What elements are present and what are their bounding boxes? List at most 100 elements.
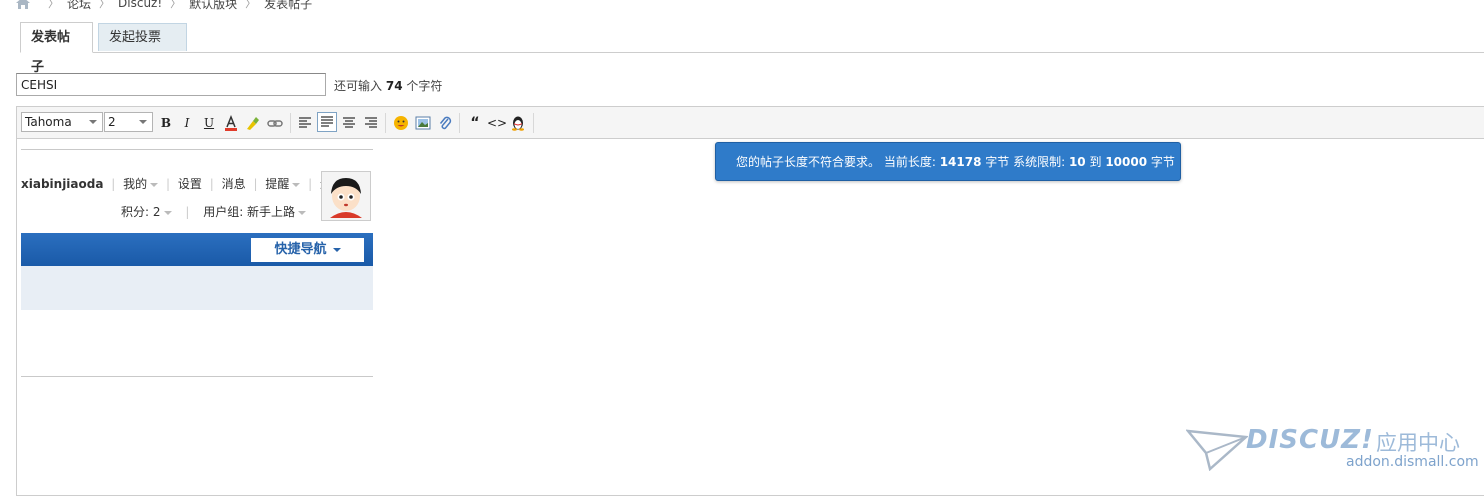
notice-unit: 字节	[1150, 155, 1175, 169]
user-group-label[interactable]: 用户组: 新手上路	[203, 205, 295, 219]
qq-penguin-icon	[512, 116, 524, 131]
char-count-prefix: 还可输入	[334, 79, 383, 93]
quick-nav-label: 快捷导航	[274, 242, 327, 257]
chevron-down-icon	[139, 120, 147, 124]
font-family-value: Tahoma	[25, 115, 72, 129]
align-center-button[interactable]	[340, 114, 358, 132]
image-button[interactable]	[414, 114, 432, 132]
toolbar-divider	[290, 113, 291, 133]
nav-bar: 快捷导航	[21, 233, 373, 266]
home-icon[interactable]	[16, 0, 30, 9]
watermark-cn: 应用中心	[1376, 431, 1460, 455]
user-menu-row: xiabinjiaoda | 我的 | 设置 | 消息 | 提醒 | 退出	[21, 175, 344, 192]
align-justify-icon	[321, 116, 333, 127]
notice-max: 10000	[1105, 154, 1148, 169]
points-label[interactable]: 积分: 2	[121, 205, 161, 219]
quick-nav-button[interactable]: 快捷导航	[251, 238, 364, 262]
toolbar-divider	[385, 113, 386, 133]
font-family-select[interactable]: Tahoma	[21, 112, 103, 132]
char-count-suffix: 个字符	[406, 79, 443, 93]
breadcrumb-separator: 〉	[99, 0, 111, 10]
attachment-button[interactable]	[436, 114, 454, 132]
content-divider	[21, 376, 373, 377]
breadcrumb-separator: 〉	[170, 0, 182, 10]
editor-content[interactable]: xiabinjiaoda | 我的 | 设置 | 消息 | 提醒 | 退出 积分…	[21, 149, 373, 389]
font-color-icon	[225, 115, 237, 131]
char-count: 还可输入 74 个字符	[334, 77, 442, 94]
breadcrumb-item-board[interactable]: 默认版块	[189, 0, 237, 12]
toolbar-divider	[459, 113, 460, 133]
notice-prefix: 您的帖子长度不符合要求。 当前长度:	[736, 155, 936, 169]
link-reminders[interactable]: 提醒	[265, 177, 289, 191]
pipe-separator: |	[111, 177, 116, 191]
font-size-select[interactable]: 2	[104, 112, 153, 132]
smiley-icon	[394, 116, 408, 130]
tab-new-thread[interactable]: 发表帖子	[20, 22, 93, 75]
breadcrumb-item-current: 发表帖子	[264, 0, 313, 11]
notice-to: 到	[1089, 155, 1102, 169]
breadcrumb-separator: 〉	[48, 0, 59, 10]
background-color-button[interactable]	[243, 114, 261, 132]
link-button[interactable]	[266, 114, 284, 132]
content-divider	[21, 149, 373, 150]
link-messages[interactable]: 消息	[222, 177, 246, 191]
link-settings[interactable]: 设置	[178, 177, 202, 191]
quote-icon: “	[470, 115, 480, 131]
breadcrumb-item-forum[interactable]: 论坛	[67, 0, 91, 12]
align-center-icon	[343, 117, 355, 128]
char-count-number: 74	[385, 79, 403, 93]
content-band	[21, 266, 373, 310]
align-right-button[interactable]	[362, 114, 380, 132]
avatar-image	[322, 172, 370, 220]
watermark-brand: DISCUZ!	[1246, 425, 1374, 455]
pipe-separator: |	[308, 177, 313, 191]
align-left-icon	[299, 117, 311, 128]
code-icon: <>	[486, 116, 508, 130]
quote-button[interactable]: “	[466, 114, 484, 132]
italic-button[interactable]: I	[178, 114, 196, 132]
emoticon-button[interactable]	[392, 114, 410, 132]
paper-plane-icon	[1186, 429, 1248, 471]
avatar[interactable]	[321, 171, 371, 221]
code-button[interactable]: <>	[486, 114, 508, 132]
breadcrumb: 〉 论坛 〉 Discuz! 〉 默认版块 〉 发表帖子	[16, 0, 312, 12]
highlighter-icon	[247, 117, 259, 130]
username-link[interactable]: xiabinjiaoda	[21, 177, 103, 191]
notice-current-length: 14178	[939, 154, 982, 169]
toolbar-divider	[533, 113, 534, 133]
breadcrumb-separator: 〉	[245, 0, 257, 10]
font-size-value: 2	[108, 115, 116, 129]
length-error-notice: 您的帖子长度不符合要求。 当前长度: 14178 字节 系统限制: 10 到 1…	[715, 142, 1181, 181]
watermark: DISCUZ! 应用中心 addon.dismall.com	[1186, 425, 1479, 485]
pipe-separator: |	[166, 177, 171, 191]
chevron-down-icon	[89, 120, 97, 124]
pipe-separator: |	[253, 177, 258, 191]
chevron-down-icon	[163, 210, 172, 215]
watermark-url: addon.dismall.com	[1346, 454, 1479, 470]
chevron-down-icon	[292, 182, 301, 187]
chevron-down-icon	[332, 247, 341, 252]
chevron-down-icon	[298, 210, 307, 215]
breadcrumb-item-discuz[interactable]: Discuz!	[118, 0, 162, 10]
notice-min: 10	[1068, 154, 1086, 169]
tab-new-poll[interactable]: 发起投票	[98, 23, 187, 51]
image-icon	[415, 116, 431, 130]
subject-input[interactable]	[16, 73, 326, 96]
underline-button[interactable]: U	[200, 114, 218, 132]
pipe-separator: |	[209, 177, 214, 191]
font-color-button[interactable]	[222, 114, 240, 132]
paperclip-icon	[439, 116, 452, 130]
link-icon	[267, 120, 283, 127]
bold-button[interactable]: B	[157, 114, 175, 132]
user-info-row: 积分: 2 | 用户组: 新手上路	[121, 203, 307, 220]
link-mine[interactable]: 我的	[123, 177, 147, 191]
chevron-down-icon	[150, 182, 159, 187]
align-left-button[interactable]	[296, 114, 314, 132]
align-right-icon	[365, 117, 377, 128]
notice-mid: 字节 系统限制:	[985, 155, 1066, 169]
pipe-separator: |	[185, 205, 190, 219]
align-justify-button[interactable]	[317, 112, 337, 132]
post-type-tabs: 发表帖子 发起投票	[20, 22, 1484, 75]
qq-button[interactable]	[509, 114, 527, 132]
editor-toolbar: Tahoma 2 B I U “ <>	[17, 107, 1484, 139]
